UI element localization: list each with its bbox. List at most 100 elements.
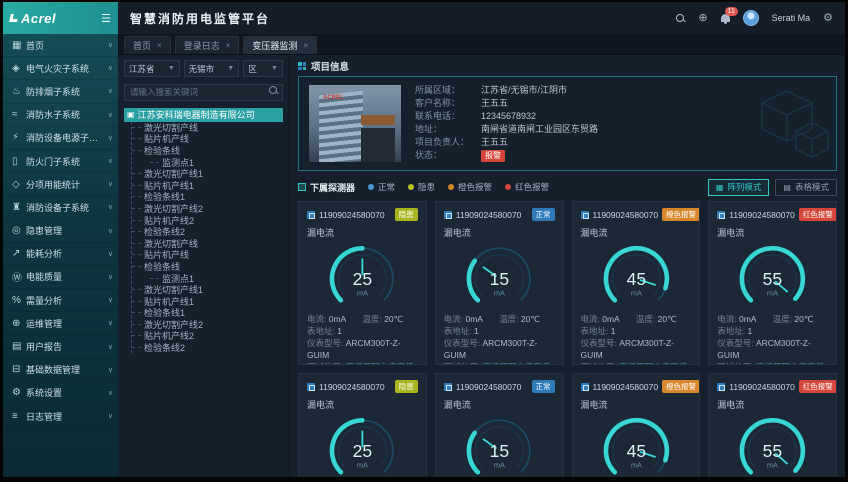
- status-badge: 橙色报警: [662, 380, 700, 393]
- search-input[interactable]: [124, 84, 283, 101]
- tree-node-12[interactable]: 检验条线: [132, 261, 283, 273]
- sidebar-item-6[interactable]: ◇分项用能统计∨: [3, 173, 118, 196]
- tree-node-7[interactable]: 激光切割产线2: [132, 203, 283, 215]
- temperature-field: 温度: 20℃: [636, 313, 691, 325]
- close-icon[interactable]: ×: [226, 41, 231, 50]
- tree-node-17[interactable]: 激光切割产线2: [132, 319, 283, 331]
- card-info: 电流: 0mA 温度: 20℃ 表地址: 1 仪表型号: ARCM300T-Z-…: [307, 313, 418, 365]
- detector-card-0[interactable]: 11909024580070 隐患 漏电流 25 mA 电流: 0mA 温度: …: [298, 201, 427, 365]
- detector-card-3[interactable]: 11909024580070 红色报警 漏电流 55 mA 电流: 0mA 温度…: [708, 201, 837, 365]
- search-icon[interactable]: [269, 86, 278, 95]
- sidebar-item-10[interactable]: Ⓦ电能质量∨: [3, 266, 118, 289]
- tree-node-11[interactable]: 贴片机产线: [132, 249, 283, 261]
- device-icon: [444, 211, 452, 219]
- sidebar-item-16[interactable]: ≡日志管理∨: [3, 405, 118, 428]
- detector-card-2[interactable]: 11909024580070 橙色报警 漏电流 45 mA 电流: 0mA 温度…: [572, 201, 701, 365]
- grid-mode-button[interactable]: ▦ 阵列模式: [708, 179, 770, 196]
- detector-card-5[interactable]: 11909024580070 正常 漏电流 15 mA 电流: 0mA 温度: …: [435, 373, 564, 477]
- detector-card-1[interactable]: 11909024580070 正常 漏电流 15 mA 电流: 0mA 温度: …: [435, 201, 564, 365]
- tree-node-15[interactable]: 贴片机产线1: [132, 295, 283, 307]
- svg-text:55: 55: [763, 269, 782, 289]
- help-circle-icon[interactable]: ⊕: [698, 13, 707, 24]
- sidebar-item-3[interactable]: ≈消防水子系统∨: [3, 104, 118, 127]
- svg-text:mA: mA: [357, 460, 368, 469]
- tree-node-5[interactable]: 贴片机产线1: [132, 179, 283, 191]
- sidebar-item-13[interactable]: ▤用户报告∨: [3, 335, 118, 358]
- status-badge: 橙色报警: [662, 208, 700, 221]
- tree-node-14[interactable]: 激光切割产线1: [132, 284, 283, 296]
- sidebar-item-icon: ♜: [12, 202, 26, 213]
- tab-0[interactable]: 首页×: [124, 36, 171, 54]
- sidebar-item-12[interactable]: ⊕运维管理∨: [3, 312, 118, 335]
- search-icon[interactable]: [676, 14, 685, 23]
- legend-label: 隐患: [418, 181, 435, 193]
- tree-node-1[interactable]: 贴片机产线: [132, 133, 283, 145]
- tree-node-16[interactable]: 检验条线1: [132, 307, 283, 319]
- avatar[interactable]: [743, 10, 759, 26]
- device-icon: [307, 211, 315, 219]
- sidebar-item-icon: ▯: [12, 156, 26, 167]
- notifications[interactable]: 11: [721, 14, 730, 22]
- card-header: 11909024580070 红色报警: [717, 208, 828, 221]
- tree-node-19[interactable]: 检验条线2: [132, 342, 283, 354]
- project-info-header: 项目信息: [298, 59, 837, 73]
- tab-1[interactable]: 登录日志×: [175, 36, 240, 54]
- tree-node-18[interactable]: 贴片机产线2: [132, 330, 283, 342]
- tab-2[interactable]: 变压器监测×: [243, 36, 317, 54]
- province-select[interactable]: 江苏省 ▼: [124, 60, 180, 77]
- sidebar-item-8[interactable]: ◎隐患管理∨: [3, 220, 118, 243]
- tree-node-3[interactable]: 监测点1: [150, 156, 283, 168]
- svg-text:55: 55: [763, 441, 782, 461]
- gauge: 55 mA: [717, 239, 828, 313]
- field-label: 地址: [415, 124, 481, 136]
- status-badge: 正常: [532, 380, 555, 393]
- tree-node-2[interactable]: 检验条线: [132, 145, 283, 157]
- tree-node-4[interactable]: 激光切割产线1: [132, 168, 283, 180]
- legend-dot: [505, 184, 511, 190]
- device-icon: [307, 383, 315, 391]
- sidebar-item-4[interactable]: ⚡消防设备电源子系统∨: [3, 127, 118, 150]
- tree-node-10[interactable]: 激光切割产线: [132, 237, 283, 249]
- tree-node-9[interactable]: 检验条线2: [132, 226, 283, 238]
- sidebar-item-9[interactable]: ↗能耗分析∨: [3, 243, 118, 266]
- district-select[interactable]: 区 ▼: [243, 60, 283, 77]
- detector-card-4[interactable]: 11909024580070 隐患 漏电流 25 mA 电流: 0mA 温度: …: [298, 373, 427, 477]
- org-tree: ▣ 江苏安科瑞电器制造有限公司 激光切割产线贴片机产线检验条线监测点1激光切割产…: [124, 108, 283, 473]
- gauge-wrap: 45 mA: [581, 411, 692, 477]
- close-icon[interactable]: ×: [157, 41, 162, 50]
- chevron-down-icon: ∨: [106, 227, 113, 235]
- gauge-wrap: 55 mA: [717, 239, 828, 313]
- sidebar-item-14[interactable]: ⊟基础数据管理∨: [3, 359, 118, 382]
- detector-card-6[interactable]: 11909024580070 橙色报警 漏电流 45 mA 电流: 0mA 温度…: [572, 373, 701, 477]
- sidebar-item-15[interactable]: ⚙系统设置∨: [3, 382, 118, 405]
- chevron-down-icon: ∨: [106, 273, 113, 281]
- brand-name: Acrel: [21, 11, 56, 26]
- grid-icon: ▦: [716, 183, 724, 192]
- sidebar-item-7[interactable]: ♜消防设备子系统∨: [3, 196, 118, 219]
- tree-node-0[interactable]: 激光切割产线: [132, 122, 283, 134]
- detector-card-7[interactable]: 11909024580070 红色报警 漏电流 55 mA 电流: 0mA 温度…: [708, 373, 837, 477]
- brand-logo: Acrel ☰: [3, 2, 118, 34]
- tree-node-13[interactable]: 监测点1: [150, 272, 283, 284]
- legend-dot: [368, 184, 374, 190]
- hamburger-menu-icon[interactable]: ☰: [101, 12, 111, 25]
- legend-title: 下属探测器: [298, 181, 355, 194]
- sidebar-item-icon: ♨: [12, 86, 26, 97]
- sidebar-item-2[interactable]: ♨防排烟子系统∨: [3, 80, 118, 103]
- close-icon[interactable]: ×: [303, 41, 308, 50]
- current-field: 电流: 0mA: [717, 313, 772, 325]
- user-name[interactable]: Serati Ma: [772, 13, 811, 23]
- project-info-panel: ACREL 所属区域江苏省/无锡市/江阴市客户名称王五五联系电话12345678…: [298, 76, 837, 171]
- sidebar-item-5[interactable]: ▯防火门子系统∨: [3, 150, 118, 173]
- tree-node-6[interactable]: 检验条线1: [132, 191, 283, 203]
- sidebar-item-11[interactable]: %需量分析∨: [3, 289, 118, 312]
- location-field: 区域位置: 高低压配电房高低压配电房高低压配电房: [307, 361, 418, 365]
- sidebar-item-1[interactable]: ◈电气火灾子系统∨: [3, 57, 118, 80]
- tree-node-8[interactable]: 贴片机产线2: [132, 214, 283, 226]
- tree-root-node[interactable]: ▣ 江苏安科瑞电器制造有限公司: [124, 108, 283, 122]
- gear-icon[interactable]: ⚙: [823, 13, 833, 24]
- sidebar-item-0[interactable]: ▦首页∨: [3, 34, 118, 57]
- table-mode-button[interactable]: ▤ 表格模式: [775, 179, 837, 196]
- city-select[interactable]: 无锡市 ▼: [184, 60, 240, 77]
- svg-text:15: 15: [489, 269, 508, 289]
